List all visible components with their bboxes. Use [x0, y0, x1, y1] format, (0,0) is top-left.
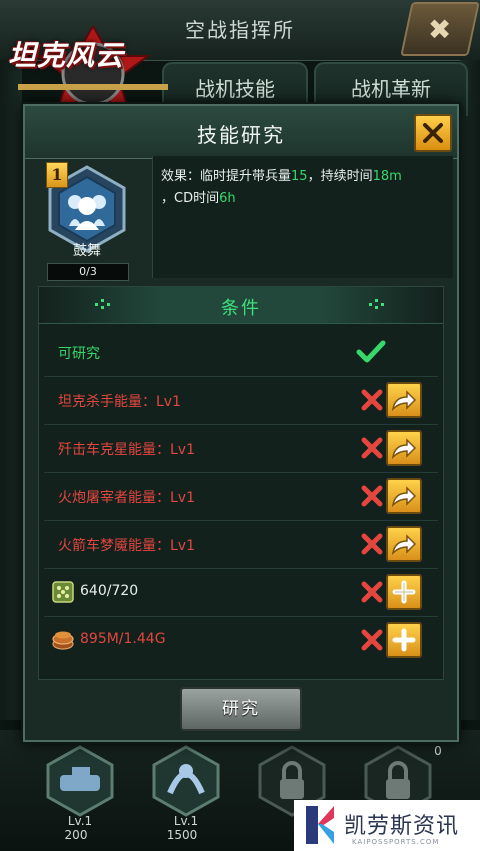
arrow-right-icon — [391, 438, 417, 459]
plus-icon — [392, 580, 416, 604]
add-resource-button[interactable] — [386, 574, 422, 610]
condition-row: 火箭车梦魇能量：Lv1 — [44, 521, 438, 569]
close-icon — [423, 123, 443, 143]
effect-cd-label: ，CD时间 — [161, 191, 220, 206]
researchable-row: 可研究 — [44, 329, 438, 377]
effect-troop-value: 15 — [291, 169, 308, 184]
side-counter: 0 — [434, 744, 442, 758]
unmet-x-icon — [361, 437, 383, 459]
plus-icon — [392, 628, 416, 652]
resource-amount: 640/720 — [80, 583, 139, 599]
resource-amount: 895M/1.44G — [80, 631, 166, 647]
skill-level-badge: 1 — [46, 162, 68, 188]
watermark-subtext: KAIPOSSPORTS.COM — [352, 838, 440, 846]
screen-close-button[interactable]: ✖ — [400, 2, 480, 56]
unmet-x-icon — [361, 581, 383, 603]
slot-2-level: Lv.1 — [173, 814, 199, 828]
close-icon: ✖ — [428, 12, 452, 46]
condition-row: 歼击车克星能量：Lv1 — [44, 425, 438, 473]
condition-label: 火炮屠宰者能量：Lv1 — [58, 490, 195, 506]
condition-label: 火箭车梦魇能量：Lv1 — [58, 538, 195, 554]
goto-button[interactable] — [386, 526, 422, 562]
skill-name: 鼓舞 — [73, 243, 101, 259]
effect-prefix: 效果：临时提升带兵量 — [161, 169, 292, 184]
add-resource-button[interactable] — [386, 622, 422, 658]
goto-button[interactable] — [386, 382, 422, 418]
dialog-close-button[interactable] — [414, 114, 452, 152]
medal-icon — [52, 581, 74, 603]
condition-label: 歼击车克星能量：Lv1 — [58, 442, 195, 458]
researchable-label: 可研究 — [58, 346, 100, 362]
watermark-text: 凯劳斯资讯 — [344, 814, 460, 839]
skill-research-dialog: 技能研究 1 鼓舞 0/3 效果：临时提升带兵量15，持续时间18m ，CD时间6… — [23, 104, 459, 742]
unmet-x-icon — [361, 629, 383, 651]
fuel-icon — [52, 631, 74, 650]
slot-1-level: Lv.1 — [67, 814, 93, 828]
effect-cd-value: 6h — [219, 191, 236, 206]
unmet-x-icon — [361, 533, 383, 555]
condition-label: 坦克杀手能量：Lv1 — [58, 394, 181, 410]
effect-duration-label: ，持续时间 — [307, 169, 373, 184]
arrow-right-icon — [391, 390, 417, 411]
watermark-logo-icon — [306, 806, 334, 844]
slot-fighter-1[interactable] — [44, 745, 116, 817]
effect-description: 效果：临时提升带兵量15，持续时间18m ，CD时间6h — [161, 166, 443, 210]
right-panel-edge — [460, 60, 480, 720]
unmet-x-icon — [361, 389, 383, 411]
goto-button[interactable] — [386, 430, 422, 466]
arrow-right-icon — [391, 486, 417, 507]
arrow-right-icon — [391, 534, 417, 555]
dialog-title: 技能研究 — [197, 123, 285, 147]
unmet-x-icon — [361, 485, 383, 507]
conditions-title: 条件 — [221, 298, 261, 319]
check-icon — [356, 340, 386, 363]
conditions-panel: 条件 可研究 坦克杀手能量：Lv1 歼击车克星能量：Lv1 火炮屠宰者能量：Lv… — [38, 286, 444, 680]
skill-progress: 0/3 — [47, 263, 129, 281]
game-logo: 坦克风云 — [8, 39, 125, 72]
resource-row: 640/720 — [44, 569, 438, 617]
research-button[interactable]: 研究 — [180, 687, 302, 731]
slot-2-value: 1500 — [166, 828, 198, 842]
effect-description-panel: 效果：临时提升带兵量15，持续时间18m ，CD时间6h — [152, 156, 453, 278]
goto-button[interactable] — [386, 478, 422, 514]
left-panel-edge — [0, 60, 22, 720]
slot-1-value: 200 — [64, 828, 88, 842]
slot-fighter-2[interactable] — [150, 745, 222, 817]
condition-row: 火炮屠宰者能量：Lv1 — [44, 473, 438, 521]
resource-row: 895M/1.44G — [44, 617, 438, 664]
effect-duration-value: 18m — [372, 169, 402, 184]
condition-row: 坦克杀手能量：Lv1 — [44, 377, 438, 425]
